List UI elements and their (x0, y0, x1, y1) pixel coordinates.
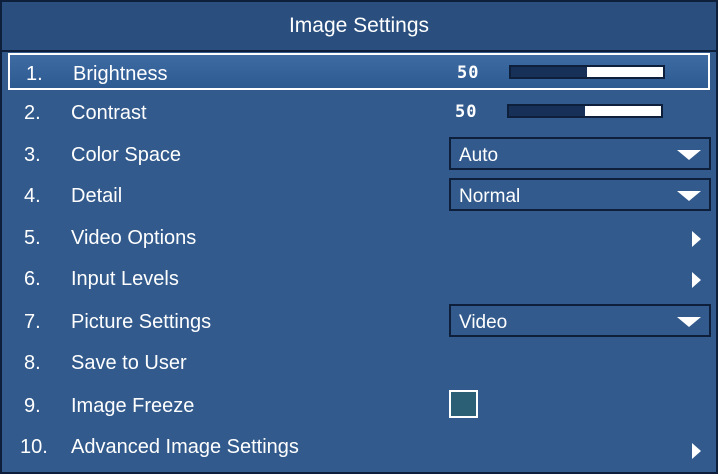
item-number: 7. (24, 311, 41, 333)
item-number: 10. (20, 436, 48, 458)
item-label: Save to User (71, 352, 187, 374)
color-space-dropdown[interactable]: Auto (449, 137, 711, 170)
item-number: 4. (24, 185, 41, 207)
item-label: Color Space (71, 144, 182, 166)
dropdown-value: Video (459, 312, 508, 333)
menu-title-bar: Image Settings (2, 2, 716, 52)
item-number: 5. (24, 227, 41, 249)
image-freeze-checkbox[interactable] (449, 390, 478, 418)
dropdown-value: Normal (459, 186, 521, 207)
menu-item-detail[interactable]: 4. Detail Normal (8, 177, 711, 214)
chevron-right-icon (692, 231, 701, 247)
menu-item-color-space[interactable]: 3. Color Space Auto (8, 136, 711, 173)
item-number: 6. (24, 268, 41, 290)
item-number: 1. (26, 63, 43, 85)
brightness-slider[interactable] (509, 65, 665, 79)
item-label: Brightness (73, 63, 168, 85)
item-label: Contrast (71, 102, 147, 124)
item-number: 8. (24, 352, 41, 374)
menu-item-save-to-user[interactable]: 8. Save to User (8, 344, 710, 381)
chevron-down-icon (677, 191, 701, 201)
dropdown-value: Auto (459, 145, 499, 166)
menu-item-video-options[interactable]: 5. Video Options (8, 219, 710, 256)
image-settings-menu: Image Settings 1. Brightness 50 2. Contr… (0, 0, 718, 474)
chevron-down-icon (677, 150, 701, 160)
chevron-right-icon (692, 443, 701, 459)
menu-item-contrast[interactable]: 2. Contrast 50 (8, 94, 710, 131)
item-label: Picture Settings (71, 311, 212, 333)
chevron-right-icon (692, 272, 701, 288)
picture-settings-dropdown[interactable]: Video (449, 304, 711, 337)
item-number: 3. (24, 144, 41, 166)
menu-item-brightness[interactable]: 1. Brightness 50 (8, 53, 710, 90)
item-label: Input Levels (71, 268, 179, 290)
item-label: Advanced Image Settings (71, 436, 299, 458)
menu-title: Image Settings (288, 14, 430, 37)
item-label: Video Options (71, 227, 197, 249)
menu-item-picture-settings[interactable]: 7. Picture Settings Video (8, 303, 711, 340)
brightness-value: 50 (457, 63, 480, 83)
menu-item-input-levels[interactable]: 6. Input Levels (8, 260, 710, 297)
menu-item-image-freeze[interactable]: 9. Image Freeze (8, 387, 710, 424)
detail-dropdown[interactable]: Normal (449, 178, 711, 211)
chevron-down-icon (677, 317, 701, 327)
item-label: Image Freeze (71, 395, 195, 417)
contrast-value: 50 (455, 102, 478, 122)
brightness-slider-fill (511, 67, 587, 77)
item-label: Detail (71, 185, 123, 207)
item-number: 2. (24, 102, 41, 124)
contrast-slider[interactable] (507, 104, 663, 118)
item-number: 9. (24, 395, 41, 417)
contrast-slider-fill (509, 106, 585, 116)
menu-item-advanced-image-settings[interactable]: 10. Advanced Image Settings (8, 428, 710, 465)
